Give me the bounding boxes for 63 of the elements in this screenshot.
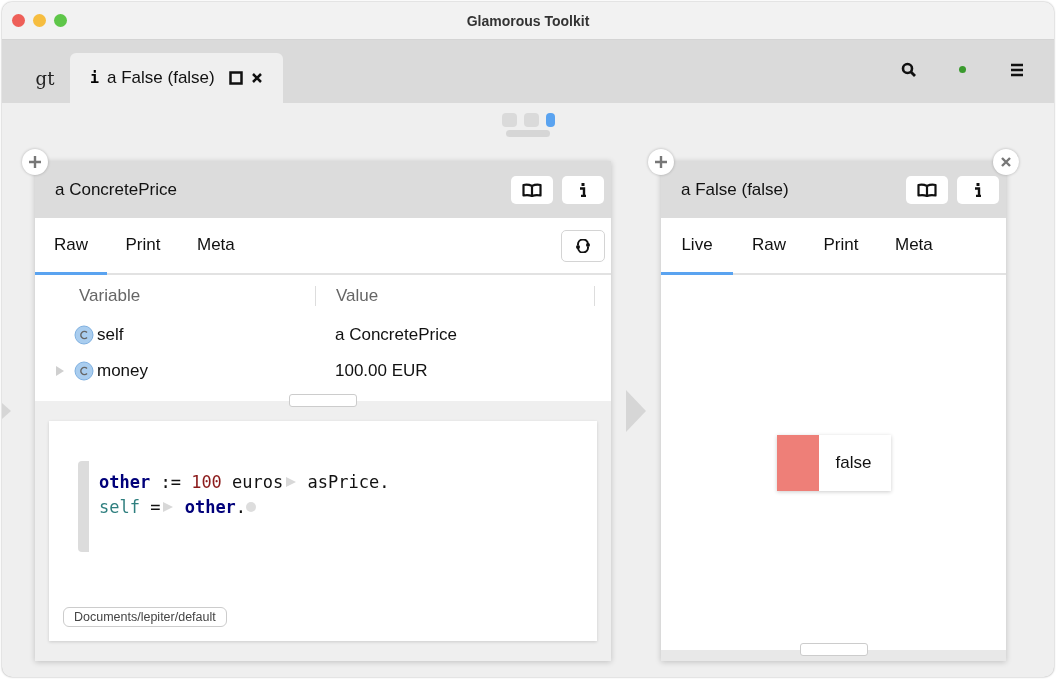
marker-icon[interactable] bbox=[285, 475, 298, 488]
variable-value: a ConcretePrice bbox=[334, 325, 458, 345]
boolean-value: false bbox=[835, 452, 872, 473]
code-token: other bbox=[183, 496, 236, 517]
code-token: other bbox=[99, 471, 151, 492]
window-title: Glamorous Toolkit bbox=[466, 12, 590, 29]
pane-title: a ConcretePrice bbox=[55, 179, 178, 200]
logo-tab[interactable]: gt bbox=[20, 53, 70, 103]
pane-title: a False (false) bbox=[681, 179, 790, 200]
code-token: 100 bbox=[191, 471, 222, 492]
resize-handle[interactable] bbox=[799, 643, 868, 656]
close-button[interactable] bbox=[993, 149, 1019, 175]
status-dot bbox=[959, 66, 966, 73]
tab-icon: i bbox=[90, 69, 100, 87]
info-button[interactable] bbox=[957, 175, 999, 204]
close-window-button[interactable] bbox=[12, 14, 25, 27]
caret-dot bbox=[246, 501, 257, 512]
book-button[interactable] bbox=[511, 175, 553, 204]
view-tab[interactable]: Raw bbox=[733, 218, 805, 275]
search-icon[interactable] bbox=[901, 61, 917, 78]
plus-icon bbox=[28, 155, 42, 169]
expand-arrow-icon[interactable] bbox=[55, 365, 65, 377]
view-tab[interactable]: Print bbox=[805, 218, 877, 275]
info-icon bbox=[578, 182, 588, 197]
tab-label: a False (false) bbox=[107, 68, 215, 88]
close-icon[interactable] bbox=[250, 72, 263, 84]
view-tab[interactable]: Meta bbox=[179, 218, 253, 275]
variable-name: money bbox=[97, 361, 149, 381]
variable-value: 100.00 EUR bbox=[334, 361, 429, 381]
info-icon bbox=[973, 182, 983, 197]
book-button[interactable] bbox=[906, 175, 948, 204]
resize-handle[interactable] bbox=[289, 394, 357, 407]
code-token: euros bbox=[231, 471, 284, 492]
class-icon bbox=[74, 325, 94, 345]
inspector-tab[interactable]: i a False (false) bbox=[70, 53, 283, 103]
variable-name: self bbox=[97, 325, 124, 345]
code-token: asPrice. bbox=[306, 471, 390, 492]
minimize-window-button[interactable] bbox=[33, 14, 46, 27]
close-icon bbox=[1000, 156, 1012, 168]
column-header: Variable bbox=[35, 286, 316, 306]
plus-icon bbox=[654, 155, 668, 169]
marker-icon[interactable] bbox=[162, 500, 175, 513]
view-tab[interactable]: Meta bbox=[877, 218, 951, 275]
menu-icon[interactable] bbox=[1010, 62, 1024, 77]
column-header: Value bbox=[316, 286, 595, 306]
path-label[interactable]: Documents/lepiter/default bbox=[63, 607, 227, 627]
class-icon bbox=[74, 361, 94, 381]
add-button[interactable] bbox=[22, 149, 48, 175]
pager-scrollbar[interactable] bbox=[506, 130, 550, 137]
info-button[interactable] bbox=[562, 175, 604, 204]
code-token: := bbox=[159, 471, 182, 492]
book-icon bbox=[917, 182, 937, 197]
code-token: . bbox=[235, 496, 247, 517]
refresh-button[interactable] bbox=[561, 229, 605, 262]
add-button[interactable] bbox=[648, 149, 674, 175]
code-token: self bbox=[99, 496, 140, 517]
maximize-icon[interactable] bbox=[228, 71, 243, 85]
refresh-icon bbox=[575, 238, 591, 253]
view-tab[interactable]: Print bbox=[107, 218, 179, 275]
code-token: = bbox=[149, 496, 161, 517]
page-indicator[interactable] bbox=[545, 113, 555, 127]
book-icon bbox=[522, 182, 542, 197]
zoom-window-button[interactable] bbox=[54, 14, 67, 27]
